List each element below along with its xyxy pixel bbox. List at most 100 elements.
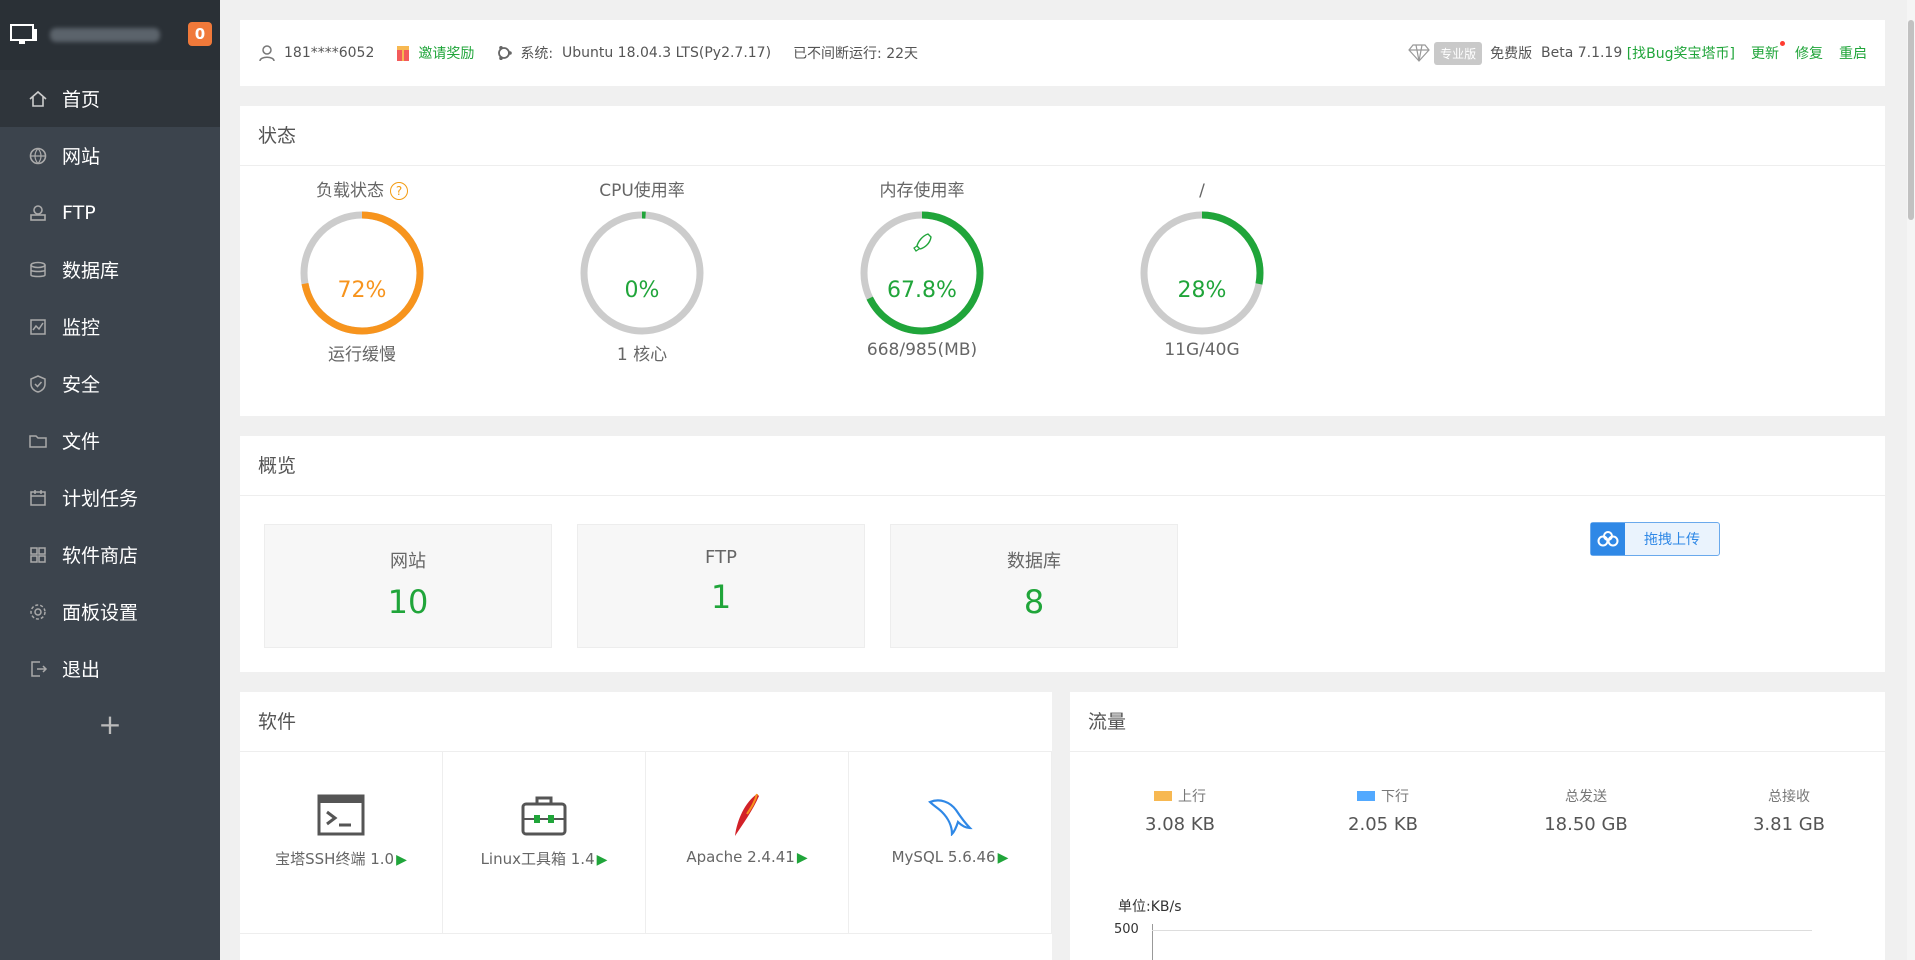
update-label: 更新 xyxy=(1751,46,1779,62)
monitor-icon xyxy=(10,24,37,44)
traffic-download: 下行 2.05 KB xyxy=(1303,786,1463,835)
overview-card-value: 1 xyxy=(710,578,732,616)
drag-upload-button[interactable]: 拖拽上传 xyxy=(1590,522,1720,556)
software-name: 宝塔SSH终端 1.0 ▶ xyxy=(240,848,442,869)
sidebar-item-label: 安全 xyxy=(62,374,101,396)
sidebar-item-home[interactable]: 首页 xyxy=(0,70,220,127)
sidebar: 0 首页 网站 FTP 数据库 监控 安全 文件 计划任务 软件商店 面板设置 … xyxy=(0,0,220,960)
bug-bounty-link[interactable]: [找Bug奖宝塔币] xyxy=(1627,43,1735,63)
software-item-ssh[interactable]: 宝塔SSH终端 1.0 ▶ xyxy=(240,752,443,934)
disk-gauge[interactable]: / 28% 11G/40G xyxy=(1122,178,1282,360)
sidebar-item-database[interactable]: 数据库 xyxy=(0,241,220,298)
play-icon[interactable]: ▶ xyxy=(797,850,808,866)
overview-title: 概览 xyxy=(240,436,1885,496)
diamond-icon xyxy=(1408,44,1430,62)
overview-card-label: 数据库 xyxy=(1007,551,1061,572)
download-swatch xyxy=(1357,791,1375,801)
play-icon[interactable]: ▶ xyxy=(396,852,407,868)
chart-unit-label: 单位:KB/s xyxy=(1118,899,1182,915)
update-dot xyxy=(1780,41,1785,46)
system-info: 系统: Ubuntu 18.04.3 LTS(Py2.7.17) xyxy=(496,43,771,63)
disk-value: 28% xyxy=(1177,278,1227,303)
download-value: 2.05 KB xyxy=(1348,814,1418,835)
restart-link[interactable]: 重启 xyxy=(1839,43,1867,63)
overview-card-label: 网站 xyxy=(390,551,426,572)
memory-detail: 668/985(MB) xyxy=(866,340,978,360)
monitor-icon xyxy=(30,318,46,335)
scrollbar-thumb[interactable] xyxy=(1908,20,1914,220)
sidebar-item-security[interactable]: 安全 xyxy=(0,355,220,412)
sidebar-item-settings[interactable]: 面板设置 xyxy=(0,583,220,640)
update-link[interactable]: 更新 xyxy=(1751,41,1785,63)
software-item-apache[interactable]: Apache 2.4.41 ▶ xyxy=(646,752,849,934)
ftp-icon xyxy=(30,204,46,221)
server-name-blurred xyxy=(50,28,160,42)
software-title: 软件 xyxy=(240,692,1052,752)
home-icon xyxy=(29,90,47,107)
cpu-value: 0% xyxy=(624,278,660,303)
traffic-panel: 流量 上行 3.08 KB 下行 2.05 KB 总发送 18.50 GB 总接… xyxy=(1070,692,1885,960)
help-icon[interactable]: ? xyxy=(390,182,408,200)
gift-icon xyxy=(397,46,410,61)
logout-icon xyxy=(31,660,48,677)
sidebar-item-website[interactable]: 网站 xyxy=(0,127,220,184)
traffic-title: 流量 xyxy=(1070,692,1885,752)
load-status-text: 运行缓慢 xyxy=(328,345,396,365)
sidebar-item-logout[interactable]: 退出 xyxy=(0,640,220,697)
overview-card-website[interactable]: 网站 10 xyxy=(264,524,552,648)
user-icon xyxy=(259,45,275,62)
invite-reward-link[interactable]: 邀请奖励 xyxy=(396,43,474,63)
overview-card-ftp[interactable]: FTP 1 xyxy=(577,524,865,648)
system-value: Ubuntu 18.04.3 LTS(Py2.7.17) xyxy=(561,45,772,61)
play-icon[interactable]: ▶ xyxy=(597,852,608,868)
mysql-dolphin-icon xyxy=(849,790,1051,840)
gear-icon xyxy=(30,603,46,620)
sidebar-item-cron[interactable]: 计划任务 xyxy=(0,469,220,526)
traffic-total-sent: 总发送 18.50 GB xyxy=(1506,786,1666,835)
play-icon[interactable]: ▶ xyxy=(998,850,1009,866)
overview-card-database[interactable]: 数据库 8 xyxy=(890,524,1178,648)
top-info-bar: 181****6052 邀请奖励 系统: Ubuntu 18.04.3 LTS(… xyxy=(240,20,1885,86)
memory-ring xyxy=(860,211,984,335)
sidebar-item-label: 计划任务 xyxy=(62,488,139,510)
overview-card-label: FTP xyxy=(705,547,737,568)
software-name: Apache 2.4.41 ▶ xyxy=(646,848,848,866)
chart-y-axis-max: 500 xyxy=(1114,922,1139,937)
sidebar-item-label: 网站 xyxy=(62,146,101,168)
terminal-icon xyxy=(240,790,442,840)
sidebar-item-label: 监控 xyxy=(62,317,101,339)
message-badge[interactable]: 0 xyxy=(188,22,212,46)
software-item-mysql[interactable]: MySQL 5.6.46 ▶ xyxy=(849,752,1052,934)
add-shortcut-button[interactable]: + xyxy=(0,705,220,745)
software-name: MySQL 5.6.46 ▶ xyxy=(849,848,1051,866)
user-info[interactable]: 181****6052 xyxy=(258,44,374,62)
total-sent-value: 18.50 GB xyxy=(1544,814,1628,835)
cpu-gauge-title: CPU使用率 xyxy=(599,181,685,201)
memory-gauge[interactable]: 内存使用率 67.8% 668/985(MB) xyxy=(842,178,1002,360)
sidebar-header: 0 xyxy=(0,0,220,70)
cpu-cores: 1 核心 xyxy=(616,345,668,365)
gauge-title-text: 负载状态 xyxy=(316,181,384,201)
software-item-toolbox[interactable]: Linux工具箱 1.4 ▶ xyxy=(443,752,646,934)
pro-edition-tag[interactable]: 专业版 xyxy=(1434,41,1483,65)
rocket-icon[interactable] xyxy=(913,233,932,252)
load-gauge[interactable]: 负载状态 ? 72% 运行缓慢 xyxy=(282,178,442,365)
shield-icon xyxy=(30,374,46,393)
free-edition-label: 免费版 xyxy=(1490,46,1533,62)
cloud-icon xyxy=(1591,523,1625,555)
upload-swatch xyxy=(1154,791,1172,801)
sidebar-item-ftp[interactable]: FTP xyxy=(0,184,220,241)
repair-link[interactable]: 修复 xyxy=(1795,43,1823,63)
page-scrollbar[interactable] xyxy=(1907,0,1915,960)
user-phone: 181****6052 xyxy=(284,45,375,61)
sidebar-item-monitor[interactable]: 监控 xyxy=(0,298,220,355)
total-received-label: 总接收 xyxy=(1768,789,1810,805)
sidebar-item-store[interactable]: 软件商店 xyxy=(0,526,220,583)
chart-gridline xyxy=(1152,930,1812,931)
software-name-text: MySQL 5.6.46 xyxy=(891,848,996,866)
cpu-gauge[interactable]: CPU使用率 0% 1 核心 xyxy=(562,178,722,365)
database-icon xyxy=(30,261,46,277)
ubuntu-icon xyxy=(498,46,513,60)
sidebar-item-files[interactable]: 文件 xyxy=(0,412,220,469)
globe-icon xyxy=(29,147,47,164)
